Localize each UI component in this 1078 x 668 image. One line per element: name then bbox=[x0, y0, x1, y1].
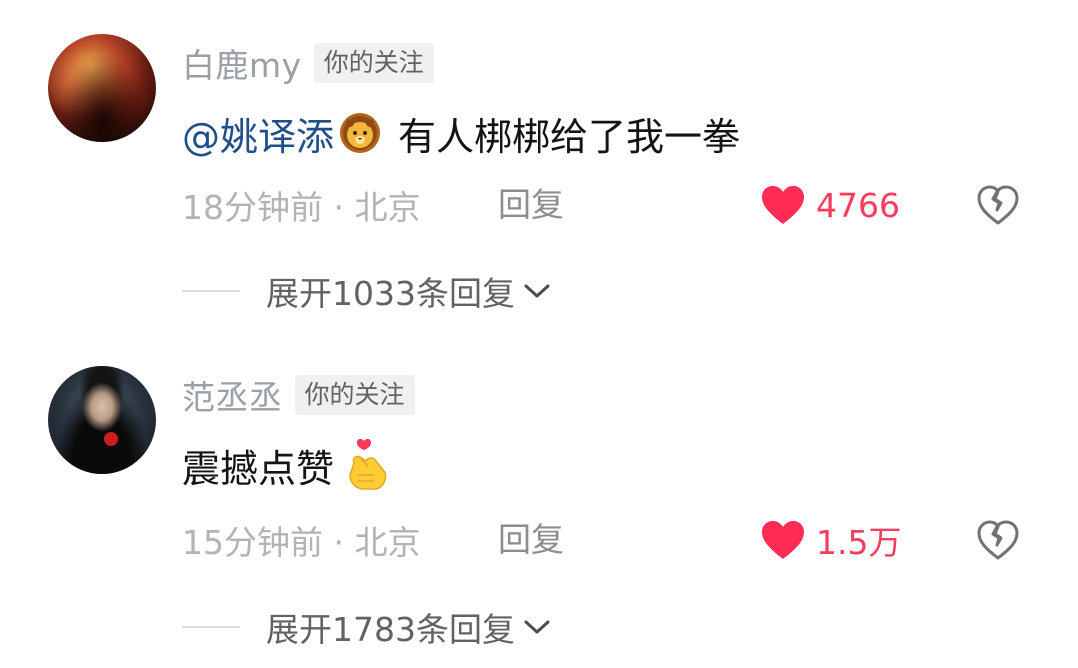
expand-replies-label: 展开1783条回复 bbox=[266, 610, 515, 649]
avatar[interactable] bbox=[48, 366, 156, 474]
heart-icon bbox=[762, 186, 804, 224]
lion-emoji-icon bbox=[338, 111, 382, 155]
username-row: 范丞丞 你的关注 bbox=[182, 373, 415, 417]
divider-line bbox=[182, 290, 240, 292]
reply-button[interactable]: 回复 bbox=[498, 180, 564, 230]
expand-replies-label: 展开1033条回复 bbox=[266, 274, 515, 313]
like-count: 4766 bbox=[816, 185, 900, 225]
timestamp-location: 15分钟前 · 北京 bbox=[182, 523, 421, 562]
broken-heart-icon[interactable] bbox=[975, 517, 1021, 563]
comment-list: 白鹿my 你的关注 @姚译添 有人梆梆给了我一拳 18分钟前 · 北京 回复 4… bbox=[0, 0, 1078, 668]
comment-item: 范丞丞 你的关注 震撼点赞 15分钟前 · 北京 回复 1.5万 展开1783条… bbox=[0, 340, 1078, 668]
chevron-down-icon bbox=[524, 620, 550, 634]
timestamp-location: 18分钟前 · 北京 bbox=[182, 188, 421, 227]
like-count: 1.5万 bbox=[816, 523, 902, 562]
broken-heart-icon[interactable] bbox=[975, 182, 1021, 228]
comment-text: 震撼点赞 bbox=[182, 435, 392, 495]
expand-replies[interactable]: 展开1783条回复 bbox=[182, 602, 551, 652]
finger-heart-emoji-icon bbox=[344, 437, 392, 493]
username-row: 白鹿my 你的关注 bbox=[182, 41, 434, 85]
avatar-detail bbox=[104, 432, 118, 446]
avatar-image bbox=[48, 366, 156, 474]
mention-link[interactable]: @姚译添 bbox=[182, 106, 334, 161]
comment-body: 有人梆梆给了我一拳 bbox=[398, 114, 741, 159]
comment-meta: 18分钟前 · 北京 bbox=[182, 180, 420, 230]
chevron-down-icon bbox=[524, 284, 550, 298]
avatar-image bbox=[48, 34, 156, 142]
divider-line bbox=[182, 626, 240, 628]
reply-button[interactable]: 回复 bbox=[498, 515, 564, 565]
like-button[interactable]: 4766 bbox=[760, 180, 900, 230]
comment-meta: 15分钟前 · 北京 bbox=[182, 515, 420, 565]
avatar[interactable] bbox=[48, 34, 156, 142]
comment-item: 白鹿my 你的关注 @姚译添 有人梆梆给了我一拳 18分钟前 · 北京 回复 4… bbox=[0, 0, 1078, 340]
username[interactable]: 范丞丞 bbox=[182, 371, 283, 419]
comment-text: @姚译添 有人梆梆给了我一拳 bbox=[182, 103, 740, 163]
follow-tag: 你的关注 bbox=[313, 43, 434, 83]
heart-icon bbox=[762, 521, 804, 559]
like-button[interactable]: 1.5万 bbox=[760, 515, 901, 565]
follow-tag: 你的关注 bbox=[294, 375, 415, 415]
expand-replies[interactable]: 展开1033条回复 bbox=[182, 266, 551, 316]
username[interactable]: 白鹿my bbox=[182, 39, 302, 87]
comment-body: 震撼点赞 bbox=[182, 446, 335, 491]
